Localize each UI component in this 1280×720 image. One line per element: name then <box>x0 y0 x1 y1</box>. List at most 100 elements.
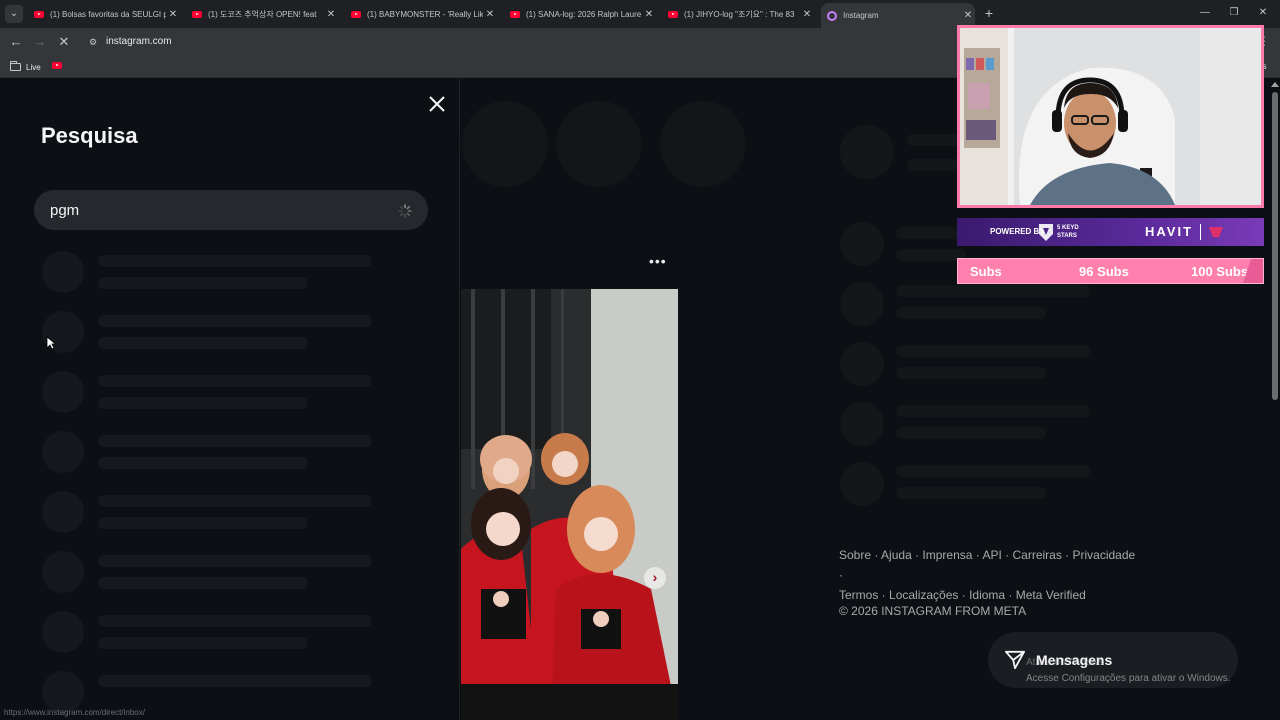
skeleton-line <box>98 277 308 289</box>
skeleton-avatar <box>42 251 84 293</box>
skeleton-line <box>896 345 1090 357</box>
browser-tab[interactable]: (1) Bolsas favoritas da SEULGI p ✕ <box>28 4 180 24</box>
story-skeleton <box>660 101 746 187</box>
search-result-skeleton <box>42 371 382 415</box>
subs-goal: 100 Subs <box>1191 264 1249 279</box>
search-result-skeleton <box>42 251 382 295</box>
group-photo <box>461 289 678 720</box>
stop-loading-icon[interactable]: ✕ <box>56 34 72 50</box>
skeleton-line <box>896 465 1090 477</box>
footer-links: Sobre · Ajuda · Imprensa · API · Carreir… <box>839 548 1136 602</box>
skeleton-avatar <box>42 371 84 413</box>
team-name-line2: STARS <box>1057 233 1077 239</box>
post-image[interactable] <box>461 289 678 720</box>
skeleton-line <box>98 315 372 327</box>
bookmark-label: Live <box>26 62 41 72</box>
tab-close-icon[interactable]: ✕ <box>800 9 814 20</box>
search-input[interactable] <box>50 190 380 230</box>
skeleton-line <box>98 457 308 469</box>
instagram-icon <box>827 10 837 21</box>
carousel-next-button[interactable]: › <box>644 567 666 589</box>
tab-close-icon[interactable]: ✕ <box>483 9 497 20</box>
tab-close-icon[interactable]: ✕ <box>324 9 338 20</box>
scroll-up-arrow-icon[interactable] <box>1271 82 1279 87</box>
footer-link-sobre[interactable]: Sobre <box>839 548 871 562</box>
status-bar-url: https://www.instagram.com/direct/inbox/ <box>4 708 145 717</box>
team-logo-icon <box>1039 224 1053 241</box>
bookmark-folder-live[interactable]: Live <box>10 60 41 74</box>
tab-title: (1) 도코즈 추억상자 OPEN! feat <box>208 9 317 19</box>
skeleton-line <box>896 405 1090 417</box>
skeleton-line <box>98 337 308 349</box>
post-more-options-icon[interactable]: ••• <box>649 253 667 269</box>
tab-search-icon[interactable]: ⌄ <box>5 5 23 23</box>
footer-link-meta-verified[interactable]: Meta Verified <box>1016 588 1086 602</box>
back-arrow-icon[interactable]: ← <box>8 34 24 50</box>
minimize-icon[interactable]: — <box>1198 6 1212 20</box>
skeleton-avatar <box>42 551 84 593</box>
footer-link-localizacoes[interactable]: Localizações <box>889 588 958 602</box>
window-close-icon[interactable]: ✕ <box>1256 6 1270 20</box>
new-tab-plus-icon[interactable]: + <box>982 5 996 21</box>
browser-tab[interactable]: (1) BABYMONSTER - 'Really Like ✕ <box>345 4 497 24</box>
subs-label: Subs <box>970 264 1002 279</box>
footer-copyright: © 2026 INSTAGRAM FROM META <box>839 604 1027 618</box>
team-name: 5 KEYD STARS <box>1057 224 1079 240</box>
skeleton-line <box>896 307 1046 319</box>
address-url: instagram.com <box>106 36 172 47</box>
browser-tab[interactable]: (1) JIHYO-log "조기요" : The 83 ✕ <box>662 4 814 24</box>
webcam-feed <box>960 28 1261 205</box>
suggestion-skeleton <box>840 402 884 446</box>
skeleton-line <box>98 375 372 387</box>
tab-strip: ⌄ (1) Bolsas favoritas da SEULGI p ✕ (1)… <box>0 0 1280 28</box>
footer-link-termos[interactable]: Termos <box>839 588 878 602</box>
skeleton-line <box>98 495 372 507</box>
skeleton-line <box>896 367 1046 379</box>
tab-title: (1) Bolsas favoritas da SEULGI p <box>50 9 166 19</box>
forward-arrow-icon[interactable]: → <box>32 34 48 50</box>
brand-mark-icon <box>1209 227 1223 237</box>
brand-divider <box>1200 224 1201 240</box>
youtube-bookmark-icon[interactable] <box>52 62 62 69</box>
footer-link-imprensa[interactable]: Imprensa <box>922 548 972 562</box>
paper-plane-icon <box>1005 650 1025 670</box>
subs-current: 96 Subs <box>1079 264 1129 279</box>
browser-tab-active[interactable]: Instagram ✕ <box>821 3 975 28</box>
search-result-skeleton <box>42 311 382 355</box>
skeleton-line <box>896 285 1090 297</box>
search-field[interactable] <box>34 190 428 230</box>
skeleton-line <box>98 555 372 567</box>
windows-activation-title: Ativar o Windows <box>1026 657 1104 668</box>
suggestion-skeleton <box>840 222 884 266</box>
footer-link-privacidade[interactable]: Privacidade <box>1073 548 1136 562</box>
youtube-icon <box>510 10 520 18</box>
story-skeleton <box>462 101 548 187</box>
tab-title: Instagram <box>843 11 879 20</box>
address-bar[interactable]: ⚙ instagram.com <box>80 31 980 53</box>
brand-logo-text: HAVIT <box>1145 224 1194 239</box>
team-name-line1: 5 KEYD <box>1057 225 1079 231</box>
restore-icon[interactable]: ❐ <box>1227 6 1241 20</box>
story-skeleton <box>556 101 642 187</box>
footer-link-api[interactable]: API <box>982 548 1001 562</box>
footer-link-carreiras[interactable]: Carreiras <box>1012 548 1061 562</box>
browser-tab[interactable]: (1) 도코즈 추억상자 OPEN! feat ✕ <box>186 4 338 24</box>
tab-close-icon[interactable]: ✕ <box>961 10 975 21</box>
site-info-icon[interactable]: ⚙ <box>86 35 100 49</box>
scrollbar-thumb[interactable] <box>1272 92 1278 400</box>
browser-tab[interactable]: (1) SANA-log: 2026 Ralph Laure ✕ <box>504 4 656 24</box>
suggestion-skeleton <box>840 462 884 506</box>
youtube-icon <box>34 10 44 18</box>
tab-close-icon[interactable]: ✕ <box>642 9 656 20</box>
footer-link-ajuda[interactable]: Ajuda <box>881 548 912 562</box>
skeleton-line <box>896 227 966 239</box>
folder-icon <box>10 61 21 71</box>
tab-close-icon[interactable]: ✕ <box>166 9 180 20</box>
youtube-icon <box>351 10 361 18</box>
search-result-skeleton <box>42 611 382 655</box>
close-icon[interactable] <box>428 95 446 113</box>
footer-link-idioma[interactable]: Idioma <box>969 588 1005 602</box>
webcam-overlay <box>957 25 1264 208</box>
suggestion-skeleton <box>840 342 884 386</box>
suggestion-skeleton <box>840 282 884 326</box>
